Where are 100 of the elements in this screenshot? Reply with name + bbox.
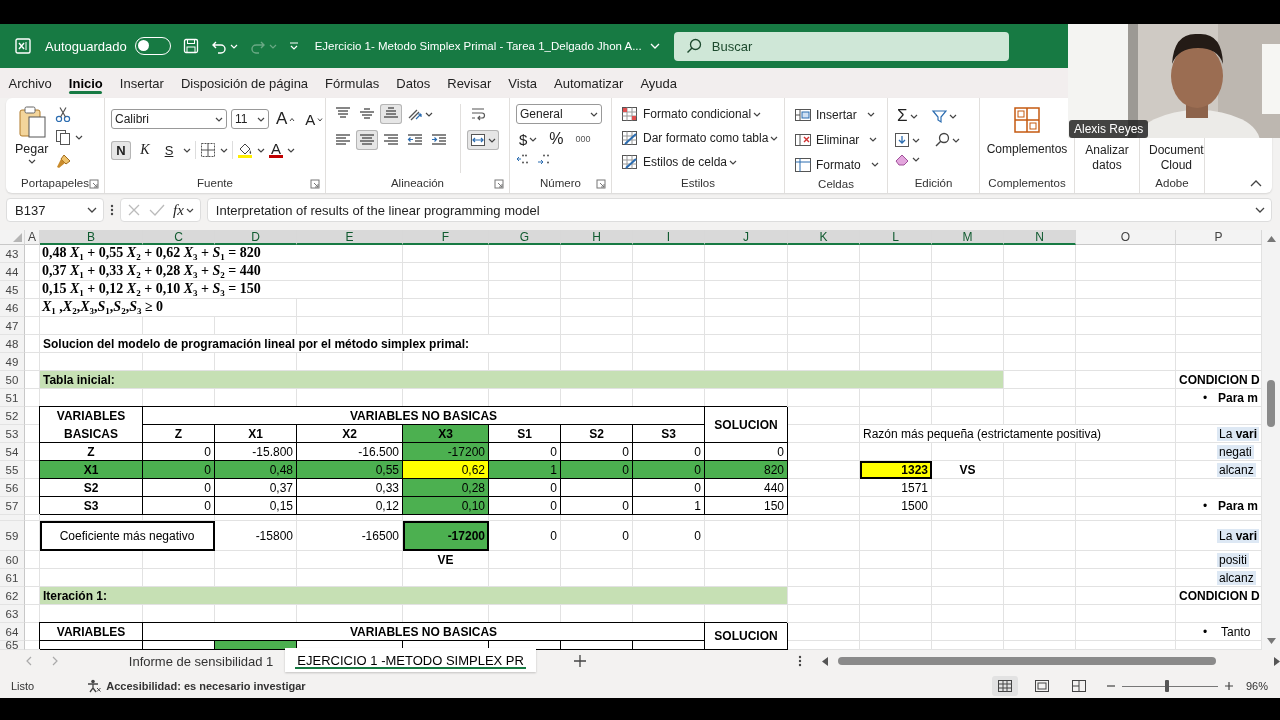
percent-button[interactable]: % xyxy=(546,128,567,150)
more-options-icon[interactable] xyxy=(110,203,114,217)
save-icon[interactable] xyxy=(182,38,199,54)
font-size-field[interactable]: 11 xyxy=(231,109,269,129)
row-header[interactable]: 45 xyxy=(0,281,25,299)
row-header[interactable]: 61 xyxy=(0,569,25,587)
scroll-left-icon[interactable] xyxy=(821,656,828,666)
menu-tab[interactable]: Disposición de página xyxy=(172,68,317,98)
column-header[interactable]: D xyxy=(215,230,297,245)
view-button[interactable] xyxy=(991,676,1018,696)
row-header[interactable]: 56 xyxy=(0,479,25,497)
caret-icon[interactable] xyxy=(912,155,920,163)
autosum-button[interactable]: Σ xyxy=(894,104,921,128)
formula-field[interactable]: Interpretation of results of the linear programming model xyxy=(206,198,1272,222)
row-header[interactable]: 63 xyxy=(0,605,25,623)
name-box[interactable]: B137 xyxy=(6,198,104,222)
scroll-right-icon[interactable] xyxy=(1274,656,1280,666)
caret-icon[interactable] xyxy=(183,146,191,154)
eraser-icon[interactable] xyxy=(894,152,910,166)
column-header[interactable]: M xyxy=(932,230,1004,245)
zoom-in-icon[interactable] xyxy=(1223,681,1234,691)
align-center-button[interactable] xyxy=(356,130,378,150)
add-sheet-icon[interactable] xyxy=(573,655,586,667)
thousands-button[interactable]: 000 xyxy=(572,132,594,146)
caret-icon[interactable] xyxy=(909,112,918,120)
collapse-icon[interactable] xyxy=(1250,179,1262,187)
caret-icon[interactable] xyxy=(425,110,433,118)
increase-decimal-icon[interactable] xyxy=(516,154,529,164)
italic-button[interactable]: K xyxy=(135,140,155,160)
row-header[interactable]: 54 xyxy=(0,443,25,461)
column-header[interactable]: E xyxy=(297,230,403,245)
column-header[interactable]: O xyxy=(1076,230,1176,245)
font-color-button[interactable]: A xyxy=(269,142,283,158)
expand-icon[interactable] xyxy=(1255,206,1265,214)
currency-button[interactable]: $ xyxy=(516,128,541,150)
borders-icon[interactable] xyxy=(200,142,216,158)
column-header[interactable]: L xyxy=(860,230,932,245)
row-header[interactable]: 52 xyxy=(0,407,25,425)
customize-icon[interactable] xyxy=(288,41,299,51)
caret-icon[interactable] xyxy=(257,146,265,154)
column-header[interactable]: C xyxy=(143,230,215,245)
shrink-font-button[interactable]: A xyxy=(302,108,327,130)
row-header[interactable]: 48 xyxy=(0,335,25,353)
caret-icon[interactable] xyxy=(215,115,223,123)
row-header[interactable]: 55 xyxy=(0,461,25,479)
paste-button[interactable]: Pegar xyxy=(12,104,52,173)
caret-icon[interactable] xyxy=(753,110,762,118)
row-header[interactable]: 49 xyxy=(0,353,25,371)
add-ins-button[interactable]: Complementos xyxy=(986,104,1068,173)
column-header[interactable]: A xyxy=(25,230,40,245)
row-header[interactable]: 47 xyxy=(0,317,25,335)
menu-tab[interactable]: Ayuda xyxy=(631,68,686,98)
column-header[interactable]: G xyxy=(489,230,561,245)
caret-icon[interactable] xyxy=(948,112,957,120)
accessibility-status[interactable]: Accesibilidad: es necesario investigar xyxy=(106,680,306,692)
font-field[interactable]: Calibri xyxy=(111,109,227,129)
caret-icon[interactable] xyxy=(185,206,194,214)
column-header[interactable]: P xyxy=(1176,230,1262,245)
row-header[interactable]: 50 xyxy=(0,371,25,389)
styles-menu-button[interactable]: Dar formato como tabla xyxy=(618,128,782,148)
menu-tab[interactable]: Automatizar xyxy=(545,68,632,98)
column-header[interactable]: K xyxy=(788,230,860,245)
merge-center-button[interactable] xyxy=(467,130,499,150)
ribbon-button[interactable]: Document Cloud xyxy=(1146,141,1207,173)
caret-icon[interactable] xyxy=(257,115,265,123)
caret-icon[interactable] xyxy=(220,146,228,154)
fill-down-icon[interactable] xyxy=(894,132,910,148)
sort-filter-icon[interactable] xyxy=(930,108,947,124)
row-header[interactable]: 46 xyxy=(0,299,25,317)
copy-icon[interactable] xyxy=(55,129,72,146)
styles-menu-button[interactable]: Formato condicional xyxy=(618,104,782,124)
caret-icon[interactable] xyxy=(529,135,538,143)
menu-tab[interactable]: Datos xyxy=(387,68,439,98)
dialog-launcher-icon[interactable] xyxy=(89,179,99,189)
caret-icon[interactable] xyxy=(870,161,879,168)
caret-icon[interactable] xyxy=(770,134,779,142)
caret-icon[interactable] xyxy=(590,110,598,118)
caret-icon[interactable] xyxy=(869,136,878,143)
format-painter-icon[interactable] xyxy=(55,153,72,169)
caret-icon[interactable] xyxy=(87,206,97,214)
search-field[interactable]: Buscar xyxy=(673,31,1009,61)
row-header[interactable]: 43 xyxy=(0,245,25,263)
accessibility-icon[interactable] xyxy=(87,679,102,693)
align-bottom-button[interactable] xyxy=(380,104,402,124)
fill-color-icon[interactable] xyxy=(237,142,253,158)
column-header[interactable]: F xyxy=(403,230,489,245)
row-header[interactable]: 60 xyxy=(0,551,25,569)
caret-icon[interactable] xyxy=(952,136,960,144)
scroll-up-icon[interactable] xyxy=(1266,236,1276,242)
menu-tab[interactable]: Archivo xyxy=(0,68,61,98)
sheet-tab[interactable]: Informe de sensibilidad 1 xyxy=(116,650,286,672)
caret-icon[interactable] xyxy=(27,158,36,165)
underline-button[interactable]: S xyxy=(159,140,179,160)
column-header[interactable]: I xyxy=(633,230,705,245)
number-format-field[interactable]: General xyxy=(516,104,602,124)
dialog-launcher-icon[interactable] xyxy=(494,179,504,189)
cut-icon[interactable] xyxy=(55,106,72,122)
menu-tab[interactable]: Insertar xyxy=(111,68,173,98)
column-header[interactable]: J xyxy=(705,230,788,245)
menu-tab[interactable]: Inicio xyxy=(60,68,112,98)
